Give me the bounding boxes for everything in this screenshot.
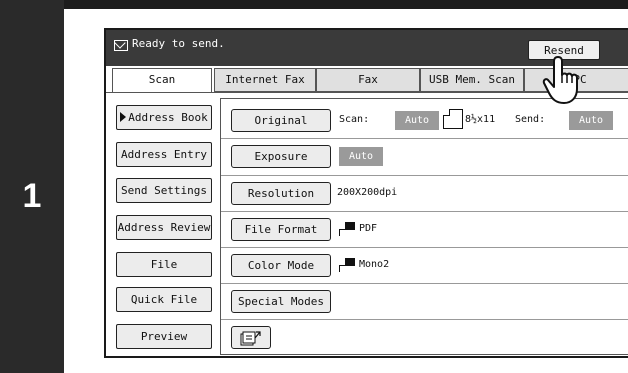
file-button[interactable]: File — [116, 252, 212, 277]
send-settings-button[interactable]: Send Settings — [116, 178, 212, 203]
document-format-icon — [339, 222, 355, 236]
address-book-button[interactable]: Address Book — [116, 105, 212, 130]
row-divider — [221, 247, 628, 248]
file-format-value: PDF — [359, 223, 378, 234]
exposure-value: Auto — [339, 147, 383, 166]
file-format-button[interactable]: File Format — [231, 218, 331, 241]
tab-usb-mem-scan[interactable]: USB Mem. Scan — [420, 68, 524, 92]
paper-size: 8½x11 — [465, 114, 496, 125]
color-mode-button[interactable]: Color Mode — [231, 254, 331, 277]
envelope-icon — [114, 40, 128, 51]
original-button[interactable]: Original — [231, 109, 331, 132]
row-divider — [221, 319, 628, 320]
quick-file-button[interactable]: Quick File — [116, 287, 212, 312]
scan-value: Auto — [395, 111, 439, 130]
tab-scan[interactable]: Scan — [112, 68, 212, 92]
send-value: Auto — [569, 111, 613, 130]
step-number: 1 — [22, 177, 42, 215]
scan-label: Scan: — [339, 114, 370, 125]
top-rule — [64, 0, 628, 9]
address-review-button[interactable]: Address Review — [116, 215, 212, 240]
resolution-button[interactable]: Resolution — [231, 182, 331, 205]
address-entry-button[interactable]: Address Entry — [116, 142, 212, 167]
send-label: Send: — [515, 114, 546, 125]
preview-button[interactable]: Preview — [116, 324, 212, 349]
row-divider — [221, 283, 628, 284]
row-divider — [221, 211, 628, 212]
color-mode-icon — [339, 258, 355, 272]
resolution-value: 200X200dpi — [337, 187, 398, 198]
exposure-button[interactable]: Exposure — [231, 145, 331, 168]
row-divider — [221, 138, 628, 139]
paper-sheet-icon — [443, 109, 463, 129]
settings-panel: Original Scan: Auto 8½x11 Send: Auto Exp… — [220, 98, 628, 355]
status-message: Ready to send. — [132, 37, 225, 50]
program-registration-button[interactable] — [231, 326, 271, 349]
tab-fax[interactable]: Fax — [316, 68, 420, 92]
tab-internet-fax[interactable]: Internet Fax — [214, 68, 316, 92]
color-mode-value: Mono2 — [359, 259, 390, 270]
step-sidebar: 1 — [0, 0, 64, 373]
hand-pointer-icon — [542, 56, 578, 104]
program-registration-icon — [240, 331, 261, 346]
row-divider — [221, 175, 628, 176]
special-modes-button[interactable]: Special Modes — [231, 290, 331, 313]
selected-arrow-icon — [120, 112, 127, 122]
